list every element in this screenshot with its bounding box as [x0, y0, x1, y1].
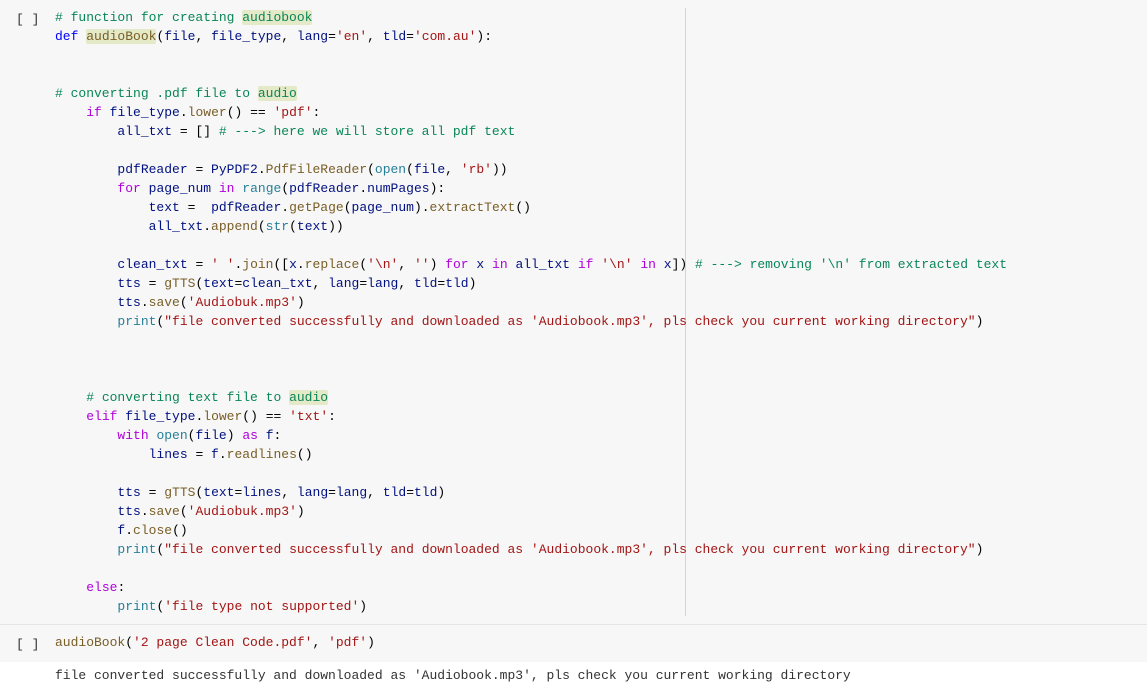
code-cell-2: [ ] audioBook('2 page Clean Code.pdf', '…: [0, 625, 1147, 662]
cell-gutter[interactable]: [ ]: [0, 633, 55, 654]
output-cell: file converted successfully and download…: [0, 662, 1147, 697]
code-editor-2[interactable]: audioBook('2 page Clean Code.pdf', 'pdf'…: [55, 633, 1147, 652]
exec-count-1: [ ]: [16, 12, 39, 27]
output-gutter: [0, 666, 55, 668]
exec-count-2: [ ]: [16, 637, 39, 652]
output-area: file converted successfully and download…: [55, 666, 1147, 685]
code-content-1[interactable]: # function for creating audiobook def au…: [55, 8, 1139, 616]
output-text: file converted successfully and download…: [55, 666, 1139, 685]
code-content-2[interactable]: audioBook('2 page Clean Code.pdf', 'pdf'…: [55, 633, 1139, 652]
cell-gutter[interactable]: [ ]: [0, 8, 55, 29]
code-cell-1: [ ] # function for creating audiobook de…: [0, 0, 1147, 624]
code-editor-1[interactable]: # function for creating audiobook def au…: [55, 8, 1147, 616]
